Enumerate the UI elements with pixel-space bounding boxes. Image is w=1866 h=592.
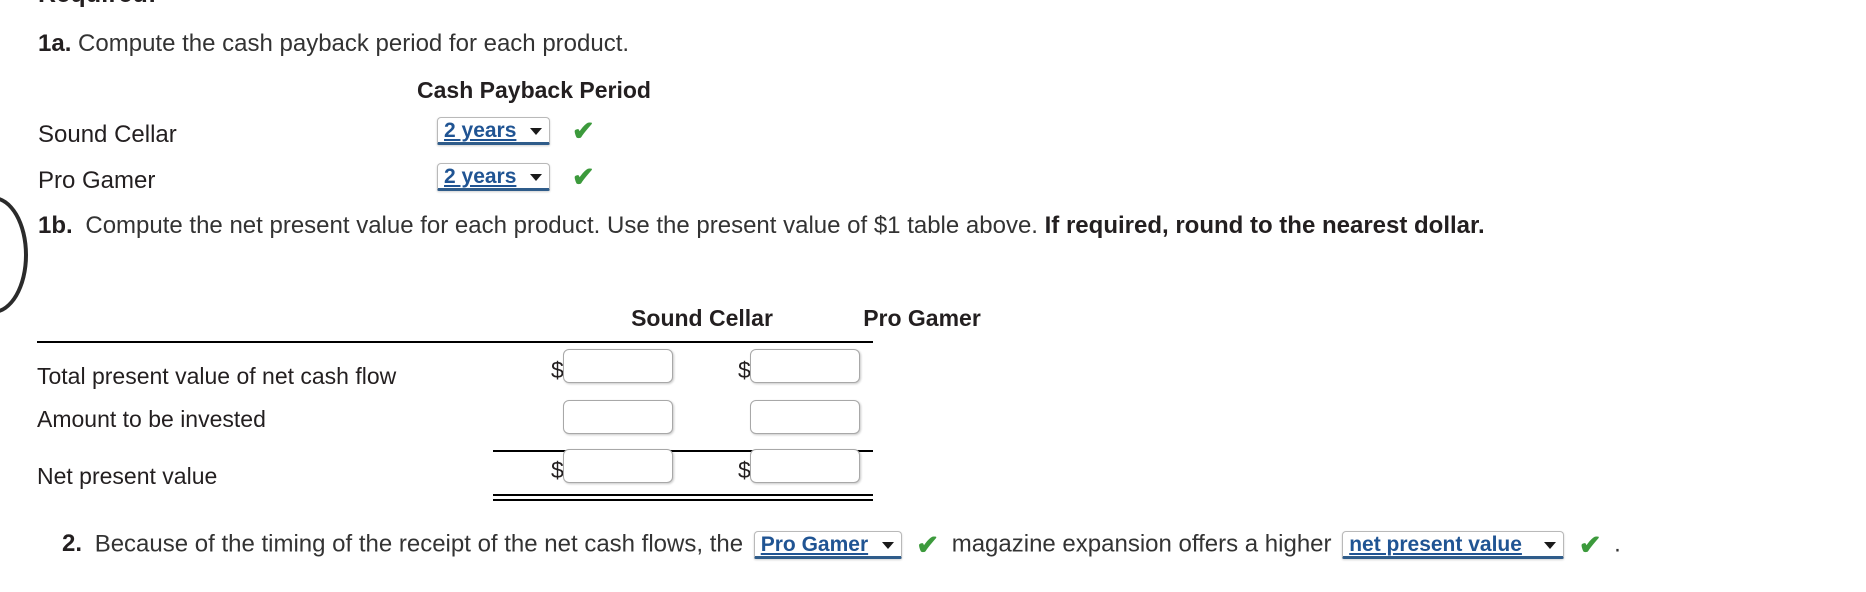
question-1b-number: 1b.	[38, 212, 73, 239]
statement-dropdown-measure[interactable]: net present value	[1342, 531, 1565, 559]
question-1b-emphasis: If required, round to the nearest dollar…	[1044, 212, 1485, 239]
question-2-text-after: .	[1614, 530, 1621, 558]
question-1b-text: Compute the net present value for each p…	[85, 212, 1038, 239]
chevron-down-icon	[881, 542, 894, 549]
payback-dropdown-pro-gamer-value: 2 years	[444, 165, 517, 188]
chevron-down-icon	[530, 174, 542, 181]
question-1b: 1b. Compute the net present value for ea…	[38, 214, 1485, 238]
statement-dropdown-product[interactable]: Pro Gamer	[753, 531, 902, 559]
question-2: 2. Because of the timing of the receipt …	[62, 531, 1621, 559]
question-1a-number: 1a.	[38, 30, 72, 57]
status-check-pro-gamer: ✔	[572, 162, 595, 192]
table-row-label-net-present-value: Net present value	[37, 463, 218, 489]
table-rule-bottom-1	[493, 494, 873, 496]
currency-symbol: $	[551, 357, 564, 383]
row-label-pro-gamer: Pro Gamer	[38, 167, 156, 194]
payback-dropdown-sound-cellar-value: 2 years	[444, 119, 517, 142]
currency-symbol: $	[738, 357, 751, 383]
required-heading: Required:	[38, 0, 156, 9]
status-check-statement-product: ✔	[916, 529, 940, 560]
net-present-value-table: Sound Cellar Pro Gamer Total present val…	[37, 305, 1047, 501]
statement-dropdown-product-value: Pro Gamer	[760, 533, 869, 556]
question-1a-text: Compute the cash payback period for each…	[78, 30, 630, 57]
input-total-present-value-sound-cellar[interactable]	[563, 349, 673, 383]
chevron-down-icon	[1544, 542, 1557, 549]
question-1a: 1a. Compute the cash payback period for …	[38, 32, 629, 56]
status-check-statement-measure: ✔	[1578, 529, 1602, 560]
circle-annotation	[0, 196, 28, 314]
worksheet-page: Required: 1a. Compute the cash payback p…	[0, 0, 1866, 592]
table-rule-top	[37, 341, 873, 343]
question-2-text-before: Because of the timing of the receipt of …	[94, 530, 744, 558]
column-header-pro-gamer: Pro Gamer	[863, 305, 981, 331]
input-amount-invested-sound-cellar[interactable]	[563, 400, 673, 434]
column-header-sound-cellar: Sound Cellar	[631, 305, 773, 331]
cash-payback-period-header: Cash Payback Period	[417, 77, 651, 103]
input-net-present-value-sound-cellar[interactable]	[563, 449, 673, 483]
question-2-number: 2.	[62, 530, 83, 558]
table-row-label-amount-to-be-invested: Amount to be invested	[37, 406, 266, 432]
statement-dropdown-measure-value: net present value	[1349, 533, 1522, 556]
chevron-down-icon	[530, 128, 542, 135]
table-rule-bottom-2	[493, 499, 873, 501]
currency-symbol: $	[551, 457, 564, 483]
status-check-sound-cellar: ✔	[572, 116, 595, 146]
row-label-sound-cellar: Sound Cellar	[38, 121, 177, 148]
payback-dropdown-sound-cellar[interactable]: 2 years	[437, 117, 550, 145]
table-row-label-total-present-value: Total present value of net cash flow	[37, 363, 397, 389]
input-total-present-value-pro-gamer[interactable]	[750, 349, 860, 383]
input-amount-invested-pro-gamer[interactable]	[750, 400, 860, 434]
currency-symbol: $	[738, 457, 751, 483]
question-2-text-middle: magazine expansion offers a higher	[951, 530, 1332, 558]
payback-dropdown-pro-gamer[interactable]: 2 years	[437, 163, 550, 191]
input-net-present-value-pro-gamer[interactable]	[750, 449, 860, 483]
